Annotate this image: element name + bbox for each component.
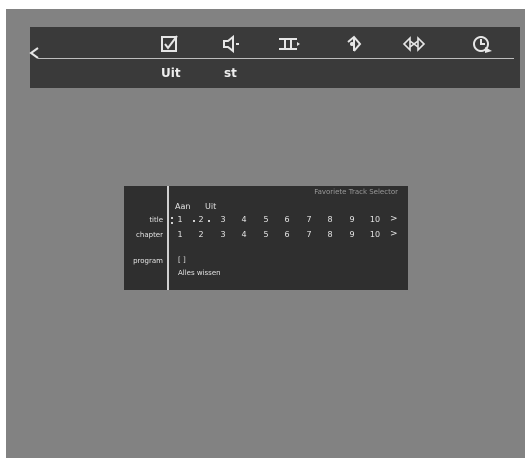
title-number[interactable]: 3: [216, 215, 230, 224]
clock-icon[interactable]: [470, 34, 494, 54]
chapter-number[interactable]: 5: [259, 230, 273, 239]
title-number[interactable]: 7: [302, 215, 316, 224]
title-number[interactable]: 4: [237, 215, 251, 224]
title-next-icon[interactable]: >: [390, 214, 398, 224]
selection-marker: [208, 220, 210, 222]
title-number[interactable]: 2: [194, 215, 208, 224]
speaker-icon[interactable]: [218, 34, 242, 54]
chapter-number[interactable]: 7: [302, 230, 316, 239]
menu-separator: [38, 58, 514, 59]
header-uit: Uit: [205, 202, 217, 211]
title-number[interactable]: 1: [173, 215, 187, 224]
title-number[interactable]: 5: [259, 215, 273, 224]
chapter-number[interactable]: 3: [216, 230, 230, 239]
repeat-icon[interactable]: [402, 34, 426, 54]
title-number[interactable]: 6: [280, 215, 294, 224]
chapter-number[interactable]: 4: [237, 230, 251, 239]
panel-title: Favoriete Track Selector: [314, 188, 398, 196]
program-row-label: program: [133, 257, 163, 265]
favorite-track-selector-panel: Favoriete Track Selector Aan Uit title c…: [124, 186, 408, 290]
panel-divider: [167, 186, 169, 290]
chapter-number[interactable]: 1: [173, 230, 187, 239]
header-aan: Aan: [175, 202, 191, 211]
angle-icon[interactable]: [344, 34, 368, 54]
menu-label-st: st: [224, 66, 237, 80]
chapter-number[interactable]: 2: [194, 230, 208, 239]
title-number[interactable]: 10: [368, 215, 382, 224]
clear-all-button[interactable]: Alles wissen: [178, 269, 221, 277]
subtitle-icon[interactable]: [277, 34, 301, 54]
title-number[interactable]: 9: [345, 215, 359, 224]
check-icon[interactable]: [158, 34, 182, 54]
title-row-label: title: [149, 216, 163, 224]
menu-bar: Uit st: [29, 27, 520, 88]
chapter-row-label: chapter: [136, 231, 163, 239]
program-value[interactable]: [ ]: [178, 256, 186, 264]
menu-label-uit: Uit: [161, 66, 181, 80]
chapter-next-icon[interactable]: >: [390, 229, 398, 239]
title-number[interactable]: 8: [323, 215, 337, 224]
chapter-number[interactable]: 9: [345, 230, 359, 239]
icon-row: [30, 30, 520, 60]
chapter-number[interactable]: 6: [280, 230, 294, 239]
chapter-number[interactable]: 8: [323, 230, 337, 239]
chapter-number[interactable]: 10: [368, 230, 382, 239]
